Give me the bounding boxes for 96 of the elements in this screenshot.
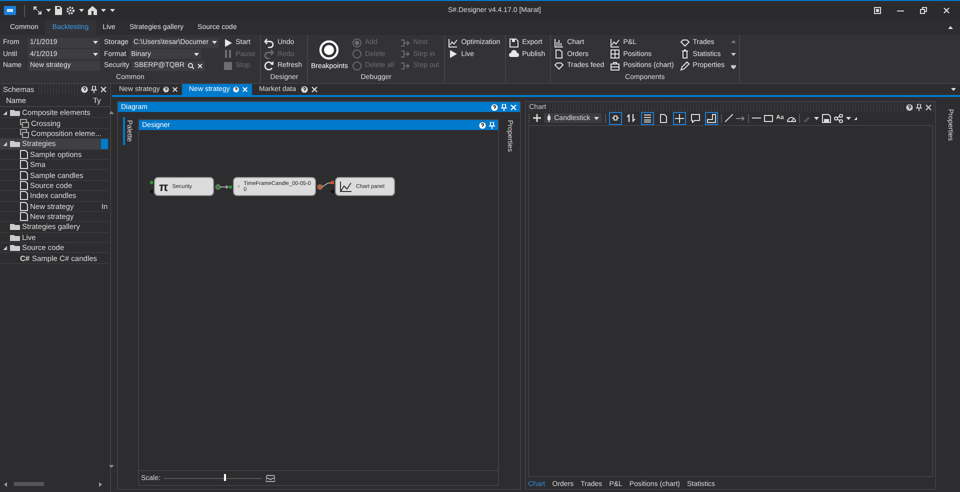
radio-icon <box>352 49 362 60</box>
expanded-icon[interactable] <box>3 142 7 146</box>
scrollbar-thumb[interactable] <box>14 482 44 486</box>
caret-icon <box>594 116 600 120</box>
more-icon[interactable] <box>730 65 736 69</box>
scroll-down-icon[interactable] <box>730 52 736 56</box>
pin-icon[interactable] <box>91 86 97 93</box>
crosshair-icon[interactable] <box>673 112 686 124</box>
grip-icon <box>528 114 530 122</box>
folder-icon <box>10 140 20 148</box>
close-icon[interactable] <box>311 86 318 93</box>
save-icon <box>509 38 520 48</box>
help-icon[interactable] <box>301 86 308 93</box>
comment-icon[interactable] <box>689 112 702 124</box>
diamond-icon <box>680 38 690 48</box>
tab-list-icon[interactable] <box>951 88 956 91</box>
bin-icon <box>680 49 690 60</box>
diamond-icon <box>554 60 564 71</box>
briefcase-icon <box>610 60 620 71</box>
help-icon[interactable] <box>491 104 498 110</box>
stop-icon <box>222 60 233 71</box>
help-icon[interactable] <box>232 86 239 93</box>
arrow-tool-icon[interactable] <box>736 116 746 120</box>
scroll-up-icon[interactable] <box>730 40 736 43</box>
caret-icon <box>212 41 217 44</box>
port-drawing <box>150 180 153 192</box>
bar-chart-icon <box>554 38 564 48</box>
save-icon[interactable] <box>55 6 62 15</box>
pause-icon <box>222 49 233 60</box>
add-icon[interactable] <box>533 114 542 122</box>
restore-icon[interactable] <box>920 7 927 14</box>
caret-icon[interactable] <box>846 116 851 120</box>
cloud-icon <box>509 49 520 60</box>
step-icon <box>400 49 410 60</box>
redo-icon <box>264 49 274 60</box>
line-chart-icon <box>340 181 352 192</box>
breakpoint-icon <box>319 40 340 60</box>
expanded-icon[interactable] <box>3 110 7 115</box>
scroll-right-icon[interactable] <box>99 482 102 486</box>
step-icon <box>400 60 410 71</box>
caret-icon <box>93 41 98 44</box>
scroll-up-icon[interactable] <box>109 111 114 114</box>
undo-icon <box>264 38 274 48</box>
play-icon <box>222 38 233 48</box>
tray-icon[interactable] <box>266 474 276 482</box>
close-icon[interactable] <box>100 86 107 93</box>
connector-drawing <box>317 180 334 193</box>
close-icon[interactable] <box>925 104 932 110</box>
help-icon[interactable] <box>906 104 914 110</box>
pin-icon[interactable] <box>916 104 922 110</box>
caret-icon[interactable] <box>814 116 819 120</box>
selection-marker <box>101 139 108 149</box>
clear-icon[interactable] <box>196 62 203 69</box>
scroll-down-icon[interactable] <box>109 465 114 468</box>
slider-thumb[interactable] <box>224 474 226 481</box>
folder-icon <box>10 109 20 116</box>
gauge-icon[interactable] <box>786 114 796 122</box>
resize-icon[interactable] <box>854 116 857 120</box>
step-icon <box>400 38 410 48</box>
expanded-icon[interactable] <box>3 246 7 250</box>
house-icon[interactable] <box>88 6 97 15</box>
radio-icon <box>352 38 362 48</box>
caret-icon <box>93 52 98 56</box>
horizontal-line-icon[interactable] <box>752 117 762 119</box>
save-icon[interactable] <box>822 114 831 122</box>
line-tool-icon[interactable] <box>725 114 734 122</box>
scroll-left-icon[interactable] <box>4 482 7 486</box>
candlestick-icon <box>547 114 552 122</box>
corner-icon[interactable] <box>705 112 718 124</box>
settings-icon[interactable] <box>66 6 75 15</box>
document-icon <box>554 49 564 60</box>
list-icon[interactable] <box>641 112 654 124</box>
radio-icon <box>352 60 362 71</box>
swap-icon[interactable] <box>625 112 638 124</box>
app-logo-icon <box>4 6 16 15</box>
share-icon[interactable] <box>834 114 843 122</box>
line-chart-icon <box>610 38 620 48</box>
line-chart-icon <box>448 38 458 48</box>
refresh-icon <box>264 60 274 71</box>
help-icon[interactable] <box>81 86 88 93</box>
caret-icon <box>194 52 200 56</box>
connector-drawing <box>215 184 232 190</box>
close-icon[interactable] <box>172 86 178 93</box>
collapse-icon[interactable] <box>948 26 953 29</box>
pencil-icon <box>680 60 690 71</box>
rectangle-icon[interactable] <box>764 114 774 122</box>
grid-icon <box>610 49 620 60</box>
search-icon <box>188 62 194 69</box>
node-symbol: π <box>159 180 168 194</box>
window-icon[interactable] <box>874 7 881 14</box>
help-icon[interactable] <box>479 122 486 128</box>
caret-icon[interactable] <box>79 9 84 12</box>
caret-icon[interactable] <box>46 9 51 12</box>
help-icon[interactable] <box>162 86 169 93</box>
play-icon <box>448 49 458 60</box>
close-icon[interactable] <box>943 7 950 14</box>
